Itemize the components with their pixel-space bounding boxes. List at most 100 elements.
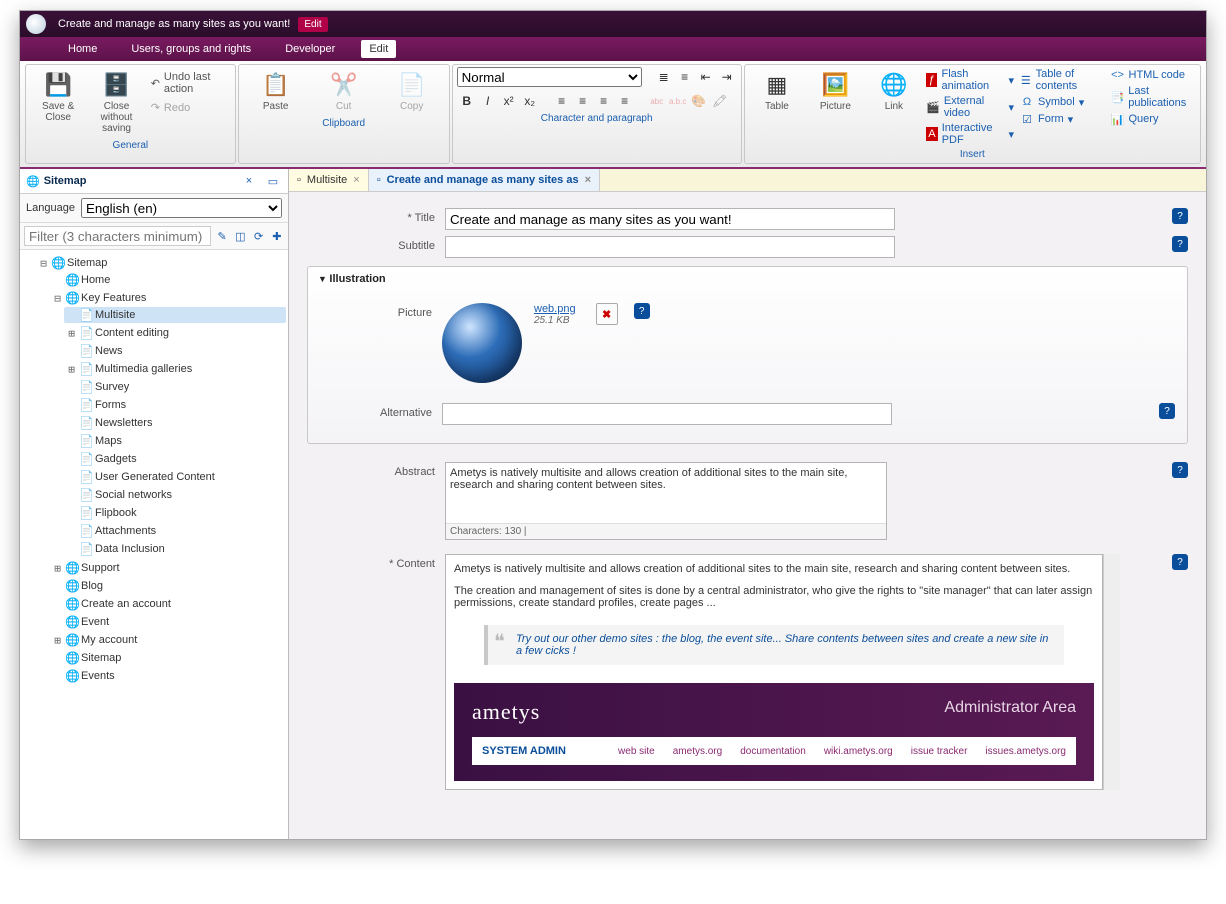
content-paragraph[interactable]: The creation and management of sites is … [454,585,1094,609]
insert-last-pub[interactable]: 📑Last publications [1109,84,1196,110]
alternative-input[interactable] [442,403,892,425]
insert-query[interactable]: 📊Query [1109,111,1196,127]
subscript-icon[interactable]: x₂ [520,91,540,111]
insert-toc[interactable]: ☰Table of contents [1018,67,1107,93]
abstract-editor[interactable]: Ametys is natively multisite and allows … [445,462,887,540]
save-close-button[interactable]: 💾 Save & Close [30,67,86,127]
syslink[interactable]: wiki.ametys.org [824,746,893,757]
help-icon[interactable]: ? [1172,236,1188,252]
tree-node[interactable]: 📄Newsletters [64,415,286,431]
numbering-icon[interactable]: ≡ [675,67,695,87]
tree-node[interactable]: ⊟🌐Key Features [50,290,286,306]
tree-root[interactable]: ⊟🌐Sitemap [36,255,286,271]
tree-node[interactable]: ⊞🌐Support [50,560,286,576]
content-paragraph[interactable]: Ametys is natively multisite and allows … [454,563,1094,575]
tree-node[interactable]: 📄Survey [64,379,286,395]
help-icon[interactable]: ? [1172,208,1188,224]
tree-node[interactable]: 🌐Sitemap [50,650,286,666]
expand-icon[interactable]: ⊞ [66,363,77,376]
copy-button[interactable]: 📄 Copy [379,67,445,116]
subtitle-input[interactable] [445,236,895,258]
tree-node[interactable]: 📄Data Inclusion [64,541,286,557]
bullets-icon[interactable]: ≣ [654,67,674,87]
outdent-icon[interactable]: ⇤ [696,67,716,87]
content-scrollbar[interactable] [1103,554,1120,790]
tree-node[interactable]: 🌐Home [50,272,286,288]
bold-icon[interactable]: B [457,91,477,111]
menu-home[interactable]: Home [60,40,105,58]
expand-icon[interactable]: ⊞ [52,634,63,647]
menu-developer[interactable]: Developer [277,40,343,58]
tree-node[interactable]: 🌐Event [50,614,286,630]
tree-node[interactable]: 🌐Blog [50,578,286,594]
tree-node[interactable]: 📄User Generated Content [64,469,286,485]
syslink[interactable]: documentation [740,746,806,757]
refresh-icon[interactable]: ⟳ [252,227,266,245]
indent-icon[interactable]: ⇥ [717,67,737,87]
syslink[interactable]: web site [618,746,655,757]
help-icon[interactable]: ? [634,303,650,319]
puzzle-icon[interactable]: ✚ [270,227,284,245]
close-icon[interactable]: × [353,174,359,186]
tree-node[interactable]: 📄Gadgets [64,451,286,467]
tree-node[interactable]: 📄Flipbook [64,505,286,521]
filter-input[interactable] [24,226,211,246]
cut-button[interactable]: ✂️ Cut [311,67,377,116]
help-icon[interactable]: ? [1172,462,1188,478]
abc-icon[interactable]: abc [647,91,667,111]
sitemap-tree[interactable]: ⊟🌐Sitemap🌐Home⊟🌐Key Features📄Multisite⊞📄… [20,250,288,839]
insert-picture-button[interactable]: 🖼️Picture [807,67,863,116]
tree-node[interactable]: ⊞📄Multimedia galleries [64,361,286,377]
title-input[interactable] [445,208,895,230]
style-select[interactable]: Normal [457,67,642,87]
content-editor[interactable]: Ametys is natively multisite and allows … [445,554,1103,790]
highlight-icon[interactable]: 🖍 [710,91,730,111]
insert-flash[interactable]: ƒFlash animation ▾ [924,67,1016,93]
align-right-icon[interactable]: ≡ [594,91,614,111]
menu-edit[interactable]: Edit [361,40,396,58]
undo-button[interactable]: ↶Undo last action [147,69,231,97]
tree-node[interactable]: 📄Forms [64,397,286,413]
color-icon[interactable]: 🎨 [689,91,709,111]
insert-symbol[interactable]: ΩSymbol ▾ [1018,94,1107,110]
tab-current-content[interactable]: ▫Create and manage as many sites as× [369,169,600,191]
panel-collapse-icon[interactable]: ▭ [264,172,282,190]
insert-html[interactable]: <>HTML code [1109,67,1196,83]
picture-file-link[interactable]: web.png [534,303,576,315]
align-justify-icon[interactable]: ≡ [615,91,635,111]
paste-button[interactable]: 📋 Paste [243,67,309,116]
illustration-header[interactable]: Illustration [308,267,1187,291]
insert-pdf[interactable]: AInteractive PDF ▾ [924,121,1016,147]
tree-node[interactable]: 🌐Create an account [50,596,286,612]
delete-picture-button[interactable]: ✖ [596,303,618,325]
close-without-saving-button[interactable]: 🗄️ Close without saving [88,67,144,138]
panel-close-icon[interactable]: × [240,172,258,190]
align-center-icon[interactable]: ≡ [573,91,593,111]
help-icon[interactable]: ? [1159,403,1175,419]
syslink[interactable]: issues.ametys.org [985,746,1066,757]
expand-icon[interactable]: ⊞ [52,562,63,575]
expand-icon[interactable]: ⊞ [66,327,77,340]
tree-node[interactable]: 📄Social networks [64,487,286,503]
expand-icon[interactable]: ⊟ [52,292,63,305]
tree-node[interactable]: 📄Attachments [64,523,286,539]
language-select[interactable]: English (en) [81,198,282,218]
syslink[interactable]: issue tracker [911,746,968,757]
tree-node[interactable]: 📄Multisite [64,307,286,323]
tree-node[interactable]: 📄Maps [64,433,286,449]
redo-button[interactable]: ↷Redo [147,99,231,116]
syslink[interactable]: ametys.org [673,746,722,757]
tree-node[interactable]: ⊞📄Content editing [64,325,286,341]
menu-users-rights[interactable]: Users, groups and rights [123,40,259,58]
help-icon[interactable]: ? [1172,554,1188,570]
content-quote[interactable]: Try out our other demo sites : the blog,… [484,625,1064,665]
tab-multisite[interactable]: ▫Multisite× [289,169,369,191]
insert-form[interactable]: ☑Form ▾ [1018,111,1107,127]
tree-node[interactable]: 📄News [64,343,286,359]
insert-video[interactable]: 🎬External video ▾ [924,94,1016,120]
tree-node[interactable]: ⊞🌐My account [50,632,286,648]
insert-table-button[interactable]: ▦Table [749,67,805,116]
filter-clear-icon[interactable]: ✎ [215,227,229,245]
insert-link-button[interactable]: 🌐Link [866,67,922,116]
close-icon[interactable]: × [585,174,591,186]
